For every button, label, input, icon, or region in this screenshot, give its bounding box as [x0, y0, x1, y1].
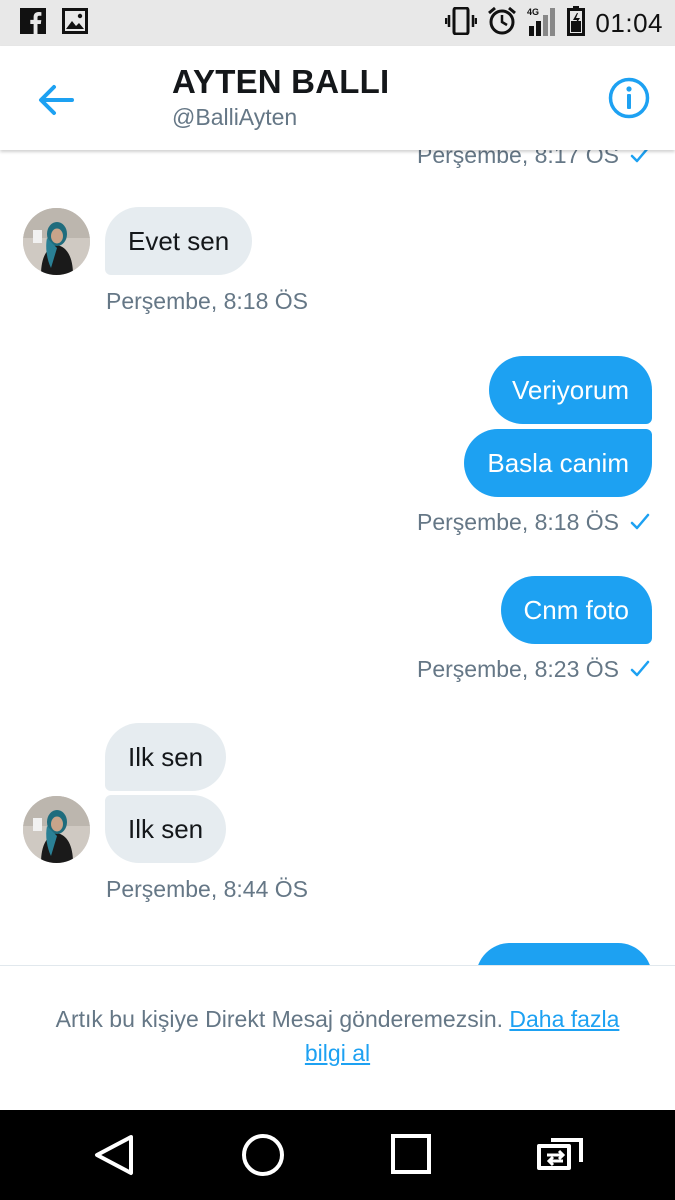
battery-icon: [567, 5, 586, 41]
outgoing-message-bubble[interactable]: Cnm foto: [500, 576, 652, 644]
message-list[interactable]: Perşembe, 8:17 ÖS Evet sen Perşembe, 8:1…: [0, 150, 675, 965]
gallery-icon: [62, 7, 88, 39]
conversation-title: AYTEN BALLI: [172, 63, 390, 100]
notice-message: Artık bu kişiye Direkt Mesaj gönderemezs…: [55, 1006, 504, 1032]
profile-photo-icon: [23, 208, 90, 275]
info-button[interactable]: [607, 76, 651, 120]
conversation-header: AYTEN BALLI @BalliAyten: [0, 46, 675, 150]
message-timestamp: Perşembe, 8:23 ÖS: [417, 656, 619, 682]
back-button[interactable]: [32, 76, 80, 124]
status-bar-notifications: [20, 7, 88, 39]
status-time: 01:04: [595, 7, 663, 38]
message-timestamp: Perşembe, 8:17 ÖS: [417, 150, 619, 168]
sent-check-icon: [630, 660, 650, 677]
svg-text:4G: 4G: [527, 7, 539, 17]
nav-home-button[interactable]: [236, 1128, 290, 1182]
dm-conversation-screen: 4G 01:04 AYTEN BALLI @BalliAyten Perşemb…: [0, 0, 675, 1200]
switch-app-icon: [537, 1138, 583, 1170]
avatar[interactable]: [23, 796, 90, 863]
incoming-message-bubble[interactable]: Ilk sen: [105, 795, 227, 863]
notice-text: Artık bu kişiye Direkt Mesaj gönderemezs…: [40, 1002, 635, 1070]
conversation-handle: @BalliAyten: [172, 104, 298, 130]
status-bar-system: 4G 01:04: [445, 5, 663, 41]
message-timestamp: Perşembe, 8:44 ÖS: [106, 876, 308, 902]
conversation-title-block[interactable]: AYTEN BALLI @BalliAyten: [172, 64, 389, 132]
sent-check-icon: [630, 513, 650, 530]
nav-switch-app-button[interactable]: [533, 1128, 587, 1182]
message-timestamp: Perşembe, 8:18 ÖS: [106, 288, 308, 314]
outgoing-message-bubble[interactable]: [476, 943, 652, 965]
nav-back-button[interactable]: [87, 1128, 141, 1182]
nav-recents-button[interactable]: [384, 1128, 438, 1182]
incoming-message-bubble[interactable]: Evet sen: [105, 207, 253, 275]
recents-square-icon: [391, 1134, 431, 1174]
home-circle-icon: [242, 1134, 284, 1176]
info-icon: [608, 77, 650, 119]
facebook-icon: [20, 7, 46, 39]
signal-icon: 4G: [527, 6, 557, 41]
status-bar: 4G 01:04: [0, 0, 675, 46]
sent-check-icon: [630, 150, 648, 163]
vibrate-icon: [445, 6, 478, 40]
outgoing-message-bubble[interactable]: Veriyorum: [488, 356, 652, 424]
arrow-left-icon: [39, 85, 74, 115]
outgoing-message-bubble[interactable]: Basla canim: [464, 429, 652, 497]
back-triangle-icon: [95, 1135, 133, 1175]
dm-disabled-notice: Artık bu kişiye Direkt Mesaj gönderemezs…: [0, 965, 675, 1111]
incoming-message-bubble[interactable]: Ilk sen: [105, 723, 227, 791]
avatar[interactable]: [23, 208, 90, 275]
message-timestamp: Perşembe, 8:18 ÖS: [417, 509, 619, 535]
profile-photo-icon: [23, 796, 90, 863]
alarm-icon: [487, 6, 517, 41]
system-navigation-bar: [0, 1110, 675, 1200]
